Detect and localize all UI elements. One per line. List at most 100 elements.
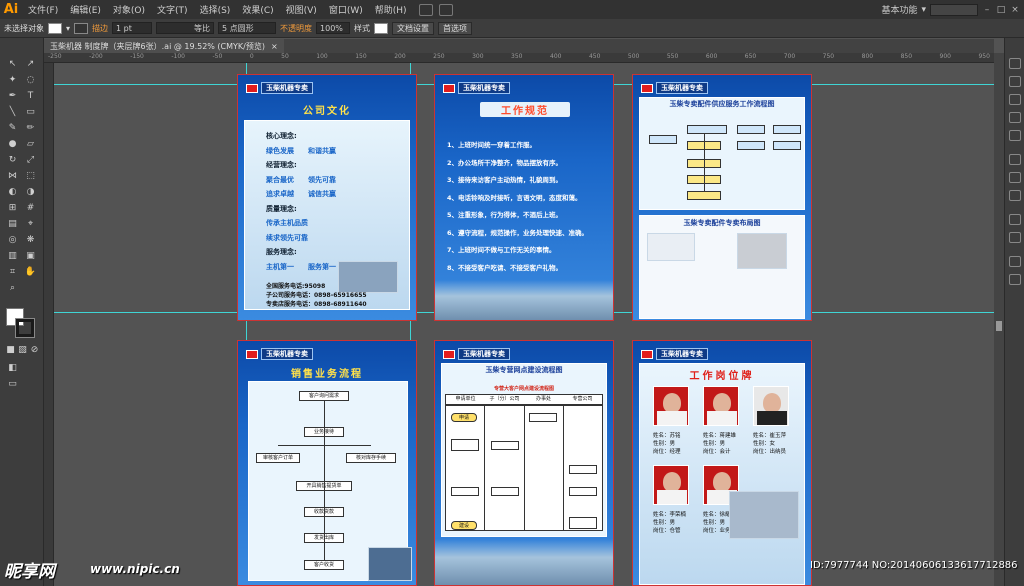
menu-file[interactable]: 文件(F) (22, 3, 64, 16)
pen-tool-icon[interactable]: ✒ (6, 90, 19, 102)
chevron-down-icon[interactable]: ▾ (921, 5, 926, 15)
pencil-icon[interactable]: ✏ (24, 122, 37, 134)
symbol-sprayer-icon[interactable]: ❋ (24, 234, 37, 246)
arrange-documents-icon[interactable] (438, 3, 453, 16)
ruler-tick-label: 200 (394, 53, 406, 60)
menu-effect[interactable]: 效果(C) (236, 3, 279, 16)
shape-builder-icon[interactable]: ◐ (6, 186, 19, 198)
menu-edit[interactable]: 编辑(E) (64, 3, 107, 16)
poster-network-process[interactable]: 玉柴机器专卖 玉柴专营网点建设流程图 专营大客户网点建设流程图 申请单位 子（分… (434, 340, 614, 586)
rectangle-tool-icon[interactable]: ▭ (24, 106, 37, 118)
artboard-tool-icon[interactable]: ▣ (24, 250, 37, 262)
ruler-tick-label: 650 (744, 53, 757, 60)
brand-logo-icon (443, 83, 455, 93)
perspective-grid-icon[interactable]: ⊞ (6, 202, 19, 214)
flow-box (569, 487, 597, 496)
line-tool-icon[interactable]: ╲ (6, 106, 19, 118)
screen-mode-icon[interactable]: ▭ (6, 378, 19, 390)
color-panel-icon[interactable] (1009, 58, 1021, 69)
scroll-thumb[interactable] (996, 321, 1002, 331)
lasso-icon[interactable]: ◌ (24, 74, 37, 86)
gradient-panel-icon[interactable] (1009, 172, 1021, 183)
flow-box (451, 439, 479, 451)
swatches-icon[interactable] (1009, 94, 1021, 105)
free-transform-icon[interactable]: ⬚ (24, 170, 37, 182)
layers-icon[interactable] (1009, 256, 1021, 267)
paintbrush-icon[interactable]: ✎ (6, 122, 19, 134)
ruler-tick-label: 50 (281, 53, 289, 60)
staff-post: 岗位：仓管 (653, 528, 681, 534)
column-graph-icon[interactable]: ▥ (6, 250, 19, 262)
poster-work-rules[interactable]: 玉柴机器专卖 工作规范 1、上班时间统一穿着工作服。 2、办公场所干净整齐，物品… (434, 74, 614, 321)
variable-width-profile[interactable]: 等比 (156, 22, 215, 34)
fill-color-swatch[interactable] (48, 22, 62, 34)
type-tool-icon[interactable]: T (24, 90, 37, 102)
stroke-swatch[interactable] (15, 318, 35, 338)
opacity-label[interactable]: 不透明度 (280, 23, 312, 34)
bridge-icon[interactable] (418, 3, 433, 16)
close-window-button[interactable]: × (1010, 5, 1020, 15)
hotline-line: 全国服务电话:95098 (266, 283, 326, 290)
stroke-color-swatch[interactable] (74, 22, 89, 34)
culture-line: 聚合最优 领先可靠 (266, 175, 336, 184)
menu-type[interactable]: 文字(T) (151, 3, 194, 16)
poster-sales-process[interactable]: 玉柴机器专卖 销售业务流程 客户询问需求 业务接待 审核客户订单 核对库存手续 … (237, 340, 417, 586)
brush-definition[interactable]: 5 点圆形 (218, 22, 277, 34)
opacity-field[interactable]: 100% (316, 22, 351, 34)
culture-line: 经营理念: (266, 161, 297, 169)
horizontal-ruler[interactable]: -250 -200 -150 -100 -50 0 50 100 150 200 250 300 350… (44, 53, 994, 63)
hotline-line: 子公司服务电话：0898-65916655 (266, 292, 367, 299)
stroke-weight-field[interactable]: 1 pt (112, 22, 153, 34)
hand-tool-icon[interactable]: ✋ (24, 266, 37, 278)
vertical-ruler[interactable] (44, 63, 54, 586)
eraser-icon[interactable]: ▱ (24, 138, 37, 150)
blob-brush-icon[interactable]: ● (6, 138, 19, 150)
scale-tool-icon[interactable]: ⤢ (24, 154, 37, 166)
close-tab-icon[interactable]: × (271, 42, 278, 51)
direct-selection-tool-icon[interactable]: ↗ (24, 58, 37, 70)
selection-tool-icon[interactable]: ↖ (6, 58, 19, 70)
graphic-style-swatch[interactable] (374, 22, 389, 34)
menu-view[interactable]: 视图(V) (280, 3, 323, 16)
vertical-scrollbar[interactable] (994, 53, 1004, 586)
chevron-down-icon[interactable]: ▾ (66, 24, 70, 33)
staff-info: 姓名：蒋建雄 性别：男 岗位：会计 (703, 432, 736, 456)
width-tool-icon[interactable]: ⋈ (6, 170, 19, 182)
poster-staff-positions[interactable]: 玉柴机器专卖 工作岗位牌 姓名：苏铭 性别：男 岗位：经理 姓名：蒋建雄 性别：男 岗位… (632, 340, 812, 586)
workspace-switcher[interactable]: 基本功能 (881, 3, 917, 16)
artboard-canvas[interactable]: 玉柴机器专卖 公司文化 核心理念: 绿色发展 和谐共赢 经营理念: 聚合最优 领… (54, 63, 994, 586)
appearance-icon[interactable] (1009, 214, 1021, 225)
magic-wand-icon[interactable]: ✦ (6, 74, 19, 86)
maximize-button[interactable]: □ (996, 5, 1006, 15)
color-guide-icon[interactable] (1009, 76, 1021, 87)
slice-tool-icon[interactable]: ⌗ (6, 266, 19, 278)
gradient-tool-icon[interactable]: ▤ (6, 218, 19, 230)
stroke-panel-icon[interactable] (1009, 154, 1021, 165)
search-input[interactable] (930, 3, 978, 16)
rule-item: 1、上班时间统一穿着工作服。 (447, 141, 537, 149)
artboards-icon[interactable] (1009, 274, 1021, 285)
draw-mode-icon[interactable]: ◧ (6, 362, 19, 374)
live-paint-icon[interactable]: ◑ (24, 186, 37, 198)
document-setup-button[interactable]: 文档设置 (392, 21, 435, 35)
menu-select[interactable]: 选择(S) (194, 3, 237, 16)
document-tab[interactable]: 玉柴机器 制度牌（夹层牌6张）.ai @ 19.52% (CMYK/预览) × (44, 39, 284, 53)
minimize-button[interactable]: – (982, 5, 992, 15)
menu-object[interactable]: 对象(O) (107, 3, 151, 16)
zoom-tool-icon[interactable]: ⌕ (6, 282, 19, 294)
transparency-icon[interactable] (1009, 190, 1021, 201)
blend-tool-icon[interactable]: ◎ (6, 234, 19, 246)
none-mode-icon[interactable]: ⊘ (28, 344, 41, 356)
eyedropper-icon[interactable]: ⌖ (24, 218, 37, 230)
stroke-label[interactable]: 描边 (92, 23, 108, 34)
menu-window[interactable]: 窗口(W) (323, 3, 369, 16)
rotate-tool-icon[interactable]: ↻ (6, 154, 19, 166)
mesh-tool-icon[interactable]: # (24, 202, 37, 214)
poster-service-process[interactable]: 玉柴机器专卖 玉柴专卖配件供应服务工作流程图 玉柴专卖配件专卖布局图 (632, 74, 812, 321)
preferences-button[interactable]: 首选项 (438, 21, 473, 35)
brushes-icon[interactable] (1009, 112, 1021, 123)
symbols-icon[interactable] (1009, 130, 1021, 141)
menu-help[interactable]: 帮助(H) (369, 3, 413, 16)
graphic-styles-icon[interactable] (1009, 232, 1021, 243)
poster-company-culture[interactable]: 玉柴机器专卖 公司文化 核心理念: 绿色发展 和谐共赢 经营理念: 聚合最优 领… (237, 74, 417, 321)
